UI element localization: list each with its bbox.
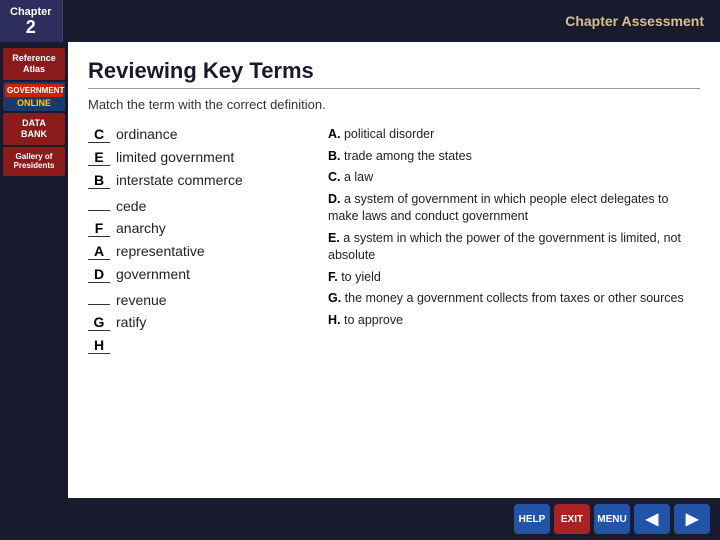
def-entry: B. trade among the states [328, 148, 700, 166]
def-entry: E. a system in which the power of the go… [328, 230, 700, 265]
term-text-6: representative [116, 243, 205, 259]
term-blank-4 [88, 195, 110, 211]
term-blank-7: D [88, 266, 110, 283]
def-entry: D. a system of government in which peopl… [328, 191, 700, 226]
term-blank-2: E [88, 149, 110, 166]
term-blank-3: B [88, 172, 110, 189]
top-bar: Chapter 2 Chapter Assessment [0, 0, 720, 42]
term-row: revenue [88, 289, 308, 308]
chapter-badge: Chapter 2 [0, 0, 63, 42]
term-blank-10: H [88, 337, 110, 354]
sidebar-item-gov-online[interactable]: GOVERNMENT ONLINE [3, 82, 65, 111]
sidebar-item-reference-atlas[interactable]: ReferenceAtlas [3, 48, 65, 80]
term-blank-5: F [88, 220, 110, 237]
sidebar-item-gallery[interactable]: Gallery ofPresidents [3, 147, 65, 176]
def-entry: C. a law [328, 169, 700, 187]
term-text-3: interstate commerce [116, 172, 243, 188]
chapter-assessment-label: Chapter Assessment [565, 0, 720, 42]
def-entry: H. to approve [328, 312, 700, 330]
main-content: Reviewing Key Terms Match the term with … [68, 42, 720, 498]
term-row: E limited government [88, 149, 308, 166]
term-text-4: cede [116, 198, 146, 214]
term-row: G ratify [88, 314, 308, 331]
terms-column: C ordinance E limited government B inter… [88, 126, 308, 360]
def-entry: F. to yield [328, 269, 700, 287]
definitions-column: A. political disorder B. trade among the… [328, 126, 700, 360]
help-button[interactable]: HELP [514, 504, 550, 534]
def-entry: A. political disorder [328, 126, 700, 144]
term-row: A representative [88, 243, 308, 260]
term-blank-1: C [88, 126, 110, 143]
term-row: F anarchy [88, 220, 308, 237]
term-text-7: government [116, 266, 190, 282]
forward-button[interactable]: ▶ [674, 504, 710, 534]
term-row: C ordinance [88, 126, 308, 143]
bottom-bar: HELP EXIT MENU ◀ ▶ [0, 498, 720, 540]
term-row: D government [88, 266, 308, 283]
term-text-5: anarchy [116, 220, 166, 236]
chapter-number: 2 [26, 18, 36, 36]
term-blank-8 [88, 289, 110, 305]
back-button[interactable]: ◀ [634, 504, 670, 534]
sidebar: ReferenceAtlas GOVERNMENT ONLINE DATABAN… [0, 42, 68, 498]
sidebar-item-data-bank[interactable]: DATABANK [3, 113, 65, 145]
menu-button[interactable]: MENU [594, 504, 630, 534]
term-text-1: ordinance [116, 126, 178, 142]
term-blank-6: A [88, 243, 110, 260]
def-entry: G. the money a government collects from … [328, 290, 700, 308]
term-text-2: limited government [116, 149, 234, 165]
exit-button[interactable]: EXIT [554, 504, 590, 534]
subtitle: Match the term with the correct definiti… [88, 97, 700, 112]
term-row: H [88, 337, 308, 354]
term-row: cede [88, 195, 308, 214]
term-blank-9: G [88, 314, 110, 331]
term-text-8: revenue [116, 292, 167, 308]
content-grid: C ordinance E limited government B inter… [88, 126, 700, 360]
term-text-9: ratify [116, 314, 146, 330]
term-row: B interstate commerce [88, 172, 308, 189]
page-title: Reviewing Key Terms [88, 58, 700, 89]
